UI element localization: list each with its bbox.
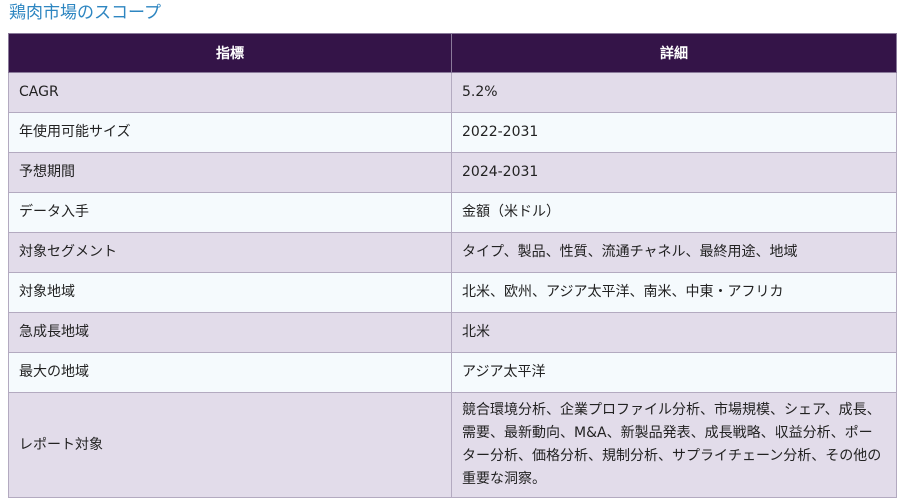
row-value-cagr: 5.2% bbox=[451, 72, 897, 113]
row-label-largest-region: 最大の地域 bbox=[8, 352, 452, 393]
table-header-row: 指標 詳細 bbox=[8, 33, 897, 73]
row-value-report-coverage: 競合環境分析、企業プロファイル分析、市場規模、シェア、成長、需要、最新動向、M&… bbox=[451, 392, 897, 498]
row-label-fastest-region: 急成長地域 bbox=[8, 312, 452, 353]
table-row: 対象セグメント タイプ、製品、性質、流通チャネル、最終用途、地域 bbox=[8, 232, 897, 273]
row-value-largest-region: アジア太平洋 bbox=[451, 352, 897, 393]
row-label-available-years: 年使用可能サイズ bbox=[8, 112, 452, 153]
header-details: 詳細 bbox=[451, 33, 897, 73]
table-row: 年使用可能サイズ 2022-2031 bbox=[8, 112, 897, 153]
table-row: 急成長地域 北米 bbox=[8, 312, 897, 353]
row-label-data-availability: データ入手 bbox=[8, 192, 452, 233]
row-label-regions: 対象地域 bbox=[8, 272, 452, 313]
row-label-segments: 対象セグメント bbox=[8, 232, 452, 273]
table-row: CAGR 5.2% bbox=[8, 72, 897, 113]
row-value-fastest-region: 北米 bbox=[451, 312, 897, 353]
table-row: 対象地域 北米、欧州、アジア太平洋、南米、中東・アフリカ bbox=[8, 272, 897, 313]
table-row: データ入手 金額（米ドル） bbox=[8, 192, 897, 233]
row-label-cagr: CAGR bbox=[8, 72, 452, 113]
row-value-segments: タイプ、製品、性質、流通チャネル、最終用途、地域 bbox=[451, 232, 897, 273]
row-value-regions: 北米、欧州、アジア太平洋、南米、中東・アフリカ bbox=[451, 272, 897, 313]
row-value-data-availability: 金額（米ドル） bbox=[451, 192, 897, 233]
scope-table: 指標 詳細 CAGR 5.2% 年使用可能サイズ 2022-2031 予想期間 … bbox=[8, 33, 897, 498]
row-value-forecast-period: 2024-2031 bbox=[451, 152, 897, 193]
table-row: レポート対象 競合環境分析、企業プロファイル分析、市場規模、シェア、成長、需要、… bbox=[8, 392, 897, 498]
header-metric: 指標 bbox=[8, 33, 452, 73]
row-label-forecast-period: 予想期間 bbox=[8, 152, 452, 193]
row-value-available-years: 2022-2031 bbox=[451, 112, 897, 153]
row-label-report-coverage: レポート対象 bbox=[8, 392, 452, 498]
table-row: 最大の地域 アジア太平洋 bbox=[8, 352, 897, 393]
table-row: 予想期間 2024-2031 bbox=[8, 152, 897, 193]
page-title: 鶏肉市場のスコープ bbox=[9, 3, 161, 23]
